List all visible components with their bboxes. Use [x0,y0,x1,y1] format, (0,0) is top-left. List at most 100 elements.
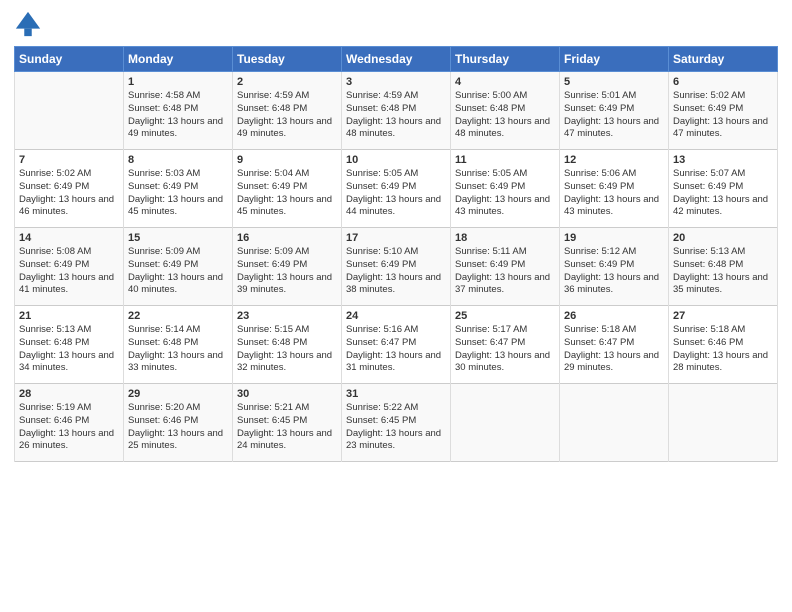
day-cell: 13 Sunrise: 5:07 AMSunset: 6:49 PMDayligh… [669,150,778,228]
day-cell: 5 Sunrise: 5:01 AMSunset: 6:49 PMDaylight… [560,72,669,150]
day-cell: 8Sunrise: 5:03 AMSunset: 6:49 PMDaylight… [124,150,233,228]
day-info: Sunrise: 5:18 AMSunset: 6:47 PMDaylight:… [564,324,664,375]
day-number: 17 [346,232,446,244]
day-number: 13 [673,154,773,166]
day-cell: 2Sunrise: 4:59 AMSunset: 6:48 PMDaylight… [233,72,342,150]
day-number: 26 [564,310,664,322]
week-row-3: 14 Sunrise: 5:08 AMSunset: 6:49 PMDayligh… [15,228,778,306]
day-number: 23 [237,310,337,322]
day-info: Sunrise: 5:09 AMSunset: 6:49 PMDaylight:… [128,246,228,297]
day-info: Sunrise: 5:06 AMSunset: 6:49 PMDaylight:… [564,168,664,219]
col-header-tuesday: Tuesday [233,47,342,72]
day-info: Sunrise: 5:09 AMSunset: 6:49 PMDaylight:… [237,246,337,297]
day-info: Sunrise: 5:18 AMSunset: 6:46 PMDaylight:… [673,324,773,375]
day-info: Sunrise: 5:07 AMSunset: 6:49 PMDaylight:… [673,168,773,219]
day-number: 7 [19,154,119,166]
day-number: 9 [237,154,337,166]
day-number: 19 [564,232,664,244]
day-cell: 25 Sunrise: 5:17 AMSunset: 6:47 PMDayligh… [451,306,560,384]
day-info: Sunrise: 4:59 AMSunset: 6:48 PMDaylight:… [237,90,337,141]
day-cell: 11 Sunrise: 5:05 AMSunset: 6:49 PMDayligh… [451,150,560,228]
day-info: Sunrise: 5:14 AMSunset: 6:48 PMDaylight:… [128,324,228,375]
day-info: Sunrise: 5:17 AMSunset: 6:47 PMDaylight:… [455,324,555,375]
day-number: 6 [673,76,773,88]
day-info: Sunrise: 5:01 AMSunset: 6:49 PMDaylight:… [564,90,664,141]
day-info: Sunrise: 5:00 AMSunset: 6:48 PMDaylight:… [455,90,555,141]
day-number: 27 [673,310,773,322]
week-row-5: 28Sunrise: 5:19 AMSunset: 6:46 PMDayligh… [15,384,778,462]
day-number: 5 [564,76,664,88]
day-cell: 20 Sunrise: 5:13 AMSunset: 6:48 PMDayligh… [669,228,778,306]
col-header-saturday: Saturday [669,47,778,72]
day-number: 8 [128,154,228,166]
day-number: 25 [455,310,555,322]
day-cell: 9 Sunrise: 5:04 AMSunset: 6:49 PMDaylight… [233,150,342,228]
day-info: Sunrise: 5:05 AMSunset: 6:49 PMDaylight:… [346,168,446,219]
day-info: Sunrise: 5:22 AMSunset: 6:45 PMDaylight:… [346,402,446,453]
day-number: 10 [346,154,446,166]
day-info: Sunrise: 5:13 AMSunset: 6:48 PMDaylight:… [673,246,773,297]
day-cell: 10 Sunrise: 5:05 AMSunset: 6:49 PMDayligh… [342,150,451,228]
day-info: Sunrise: 5:21 AMSunset: 6:45 PMDaylight:… [237,402,337,453]
day-number: 16 [237,232,337,244]
day-cell: 16 Sunrise: 5:09 AMSunset: 6:49 PMDayligh… [233,228,342,306]
day-cell: 27 Sunrise: 5:18 AMSunset: 6:46 PMDayligh… [669,306,778,384]
header [14,10,778,38]
day-number: 28 [19,388,119,400]
day-info: Sunrise: 5:12 AMSunset: 6:49 PMDaylight:… [564,246,664,297]
day-info: Sunrise: 5:02 AMSunset: 6:49 PMDaylight:… [19,168,119,219]
day-cell: 22 Sunrise: 5:14 AMSunset: 6:48 PMDayligh… [124,306,233,384]
day-number: 18 [455,232,555,244]
day-info: Sunrise: 5:05 AMSunset: 6:49 PMDaylight:… [455,168,555,219]
col-header-wednesday: Wednesday [342,47,451,72]
day-cell: 28Sunrise: 5:19 AMSunset: 6:46 PMDayligh… [15,384,124,462]
day-info: Sunrise: 5:04 AMSunset: 6:49 PMDaylight:… [237,168,337,219]
day-number: 20 [673,232,773,244]
day-number: 31 [346,388,446,400]
day-info: Sunrise: 5:11 AMSunset: 6:49 PMDaylight:… [455,246,555,297]
logo [14,10,46,38]
day-number: 12 [564,154,664,166]
day-info: Sunrise: 5:15 AMSunset: 6:48 PMDaylight:… [237,324,337,375]
day-number: 24 [346,310,446,322]
day-number: 14 [19,232,119,244]
week-row-4: 21 Sunrise: 5:13 AMSunset: 6:48 PMDayligh… [15,306,778,384]
day-cell [669,384,778,462]
day-cell: 26 Sunrise: 5:18 AMSunset: 6:47 PMDayligh… [560,306,669,384]
day-number: 4 [455,76,555,88]
day-info: Sunrise: 5:08 AMSunset: 6:49 PMDaylight:… [19,246,119,297]
week-row-1: 1 Sunrise: 4:58 AMSunset: 6:48 PMDaylight… [15,72,778,150]
week-row-2: 7 Sunrise: 5:02 AMSunset: 6:49 PMDaylight… [15,150,778,228]
calendar-table: SundayMondayTuesdayWednesdayThursdayFrid… [14,46,778,462]
day-number: 1 [128,76,228,88]
day-cell: 30 Sunrise: 5:21 AMSunset: 6:45 PMDayligh… [233,384,342,462]
day-cell: 17 Sunrise: 5:10 AMSunset: 6:49 PMDayligh… [342,228,451,306]
day-cell: 4 Sunrise: 5:00 AMSunset: 6:48 PMDaylight… [451,72,560,150]
day-number: 22 [128,310,228,322]
day-cell [15,72,124,150]
day-info: Sunrise: 4:58 AMSunset: 6:48 PMDaylight:… [128,90,228,141]
day-cell: 24 Sunrise: 5:16 AMSunset: 6:47 PMDayligh… [342,306,451,384]
col-header-sunday: Sunday [15,47,124,72]
day-info: Sunrise: 5:02 AMSunset: 6:49 PMDaylight:… [673,90,773,141]
day-cell: 14 Sunrise: 5:08 AMSunset: 6:49 PMDayligh… [15,228,124,306]
day-number: 3 [346,76,446,88]
day-cell: 12 Sunrise: 5:06 AMSunset: 6:49 PMDayligh… [560,150,669,228]
header-row: SundayMondayTuesdayWednesdayThursdayFrid… [15,47,778,72]
day-number: 11 [455,154,555,166]
day-cell: 29Sunrise: 5:20 AMSunset: 6:46 PMDayligh… [124,384,233,462]
day-cell: 18 Sunrise: 5:11 AMSunset: 6:49 PMDayligh… [451,228,560,306]
day-number: 21 [19,310,119,322]
day-cell: 6 Sunrise: 5:02 AMSunset: 6:49 PMDaylight… [669,72,778,150]
day-info: Sunrise: 5:13 AMSunset: 6:48 PMDaylight:… [19,324,119,375]
day-cell: 1 Sunrise: 4:58 AMSunset: 6:48 PMDaylight… [124,72,233,150]
day-cell: 21 Sunrise: 5:13 AMSunset: 6:48 PMDayligh… [15,306,124,384]
day-number: 30 [237,388,337,400]
col-header-thursday: Thursday [451,47,560,72]
day-info: Sunrise: 5:10 AMSunset: 6:49 PMDaylight:… [346,246,446,297]
calendar-container: SundayMondayTuesdayWednesdayThursdayFrid… [0,0,792,612]
day-cell: 31 Sunrise: 5:22 AMSunset: 6:45 PMDayligh… [342,384,451,462]
day-info: Sunrise: 5:20 AMSunset: 6:46 PMDaylight:… [128,402,228,453]
day-info: Sunrise: 5:16 AMSunset: 6:47 PMDaylight:… [346,324,446,375]
day-cell: 15Sunrise: 5:09 AMSunset: 6:49 PMDayligh… [124,228,233,306]
